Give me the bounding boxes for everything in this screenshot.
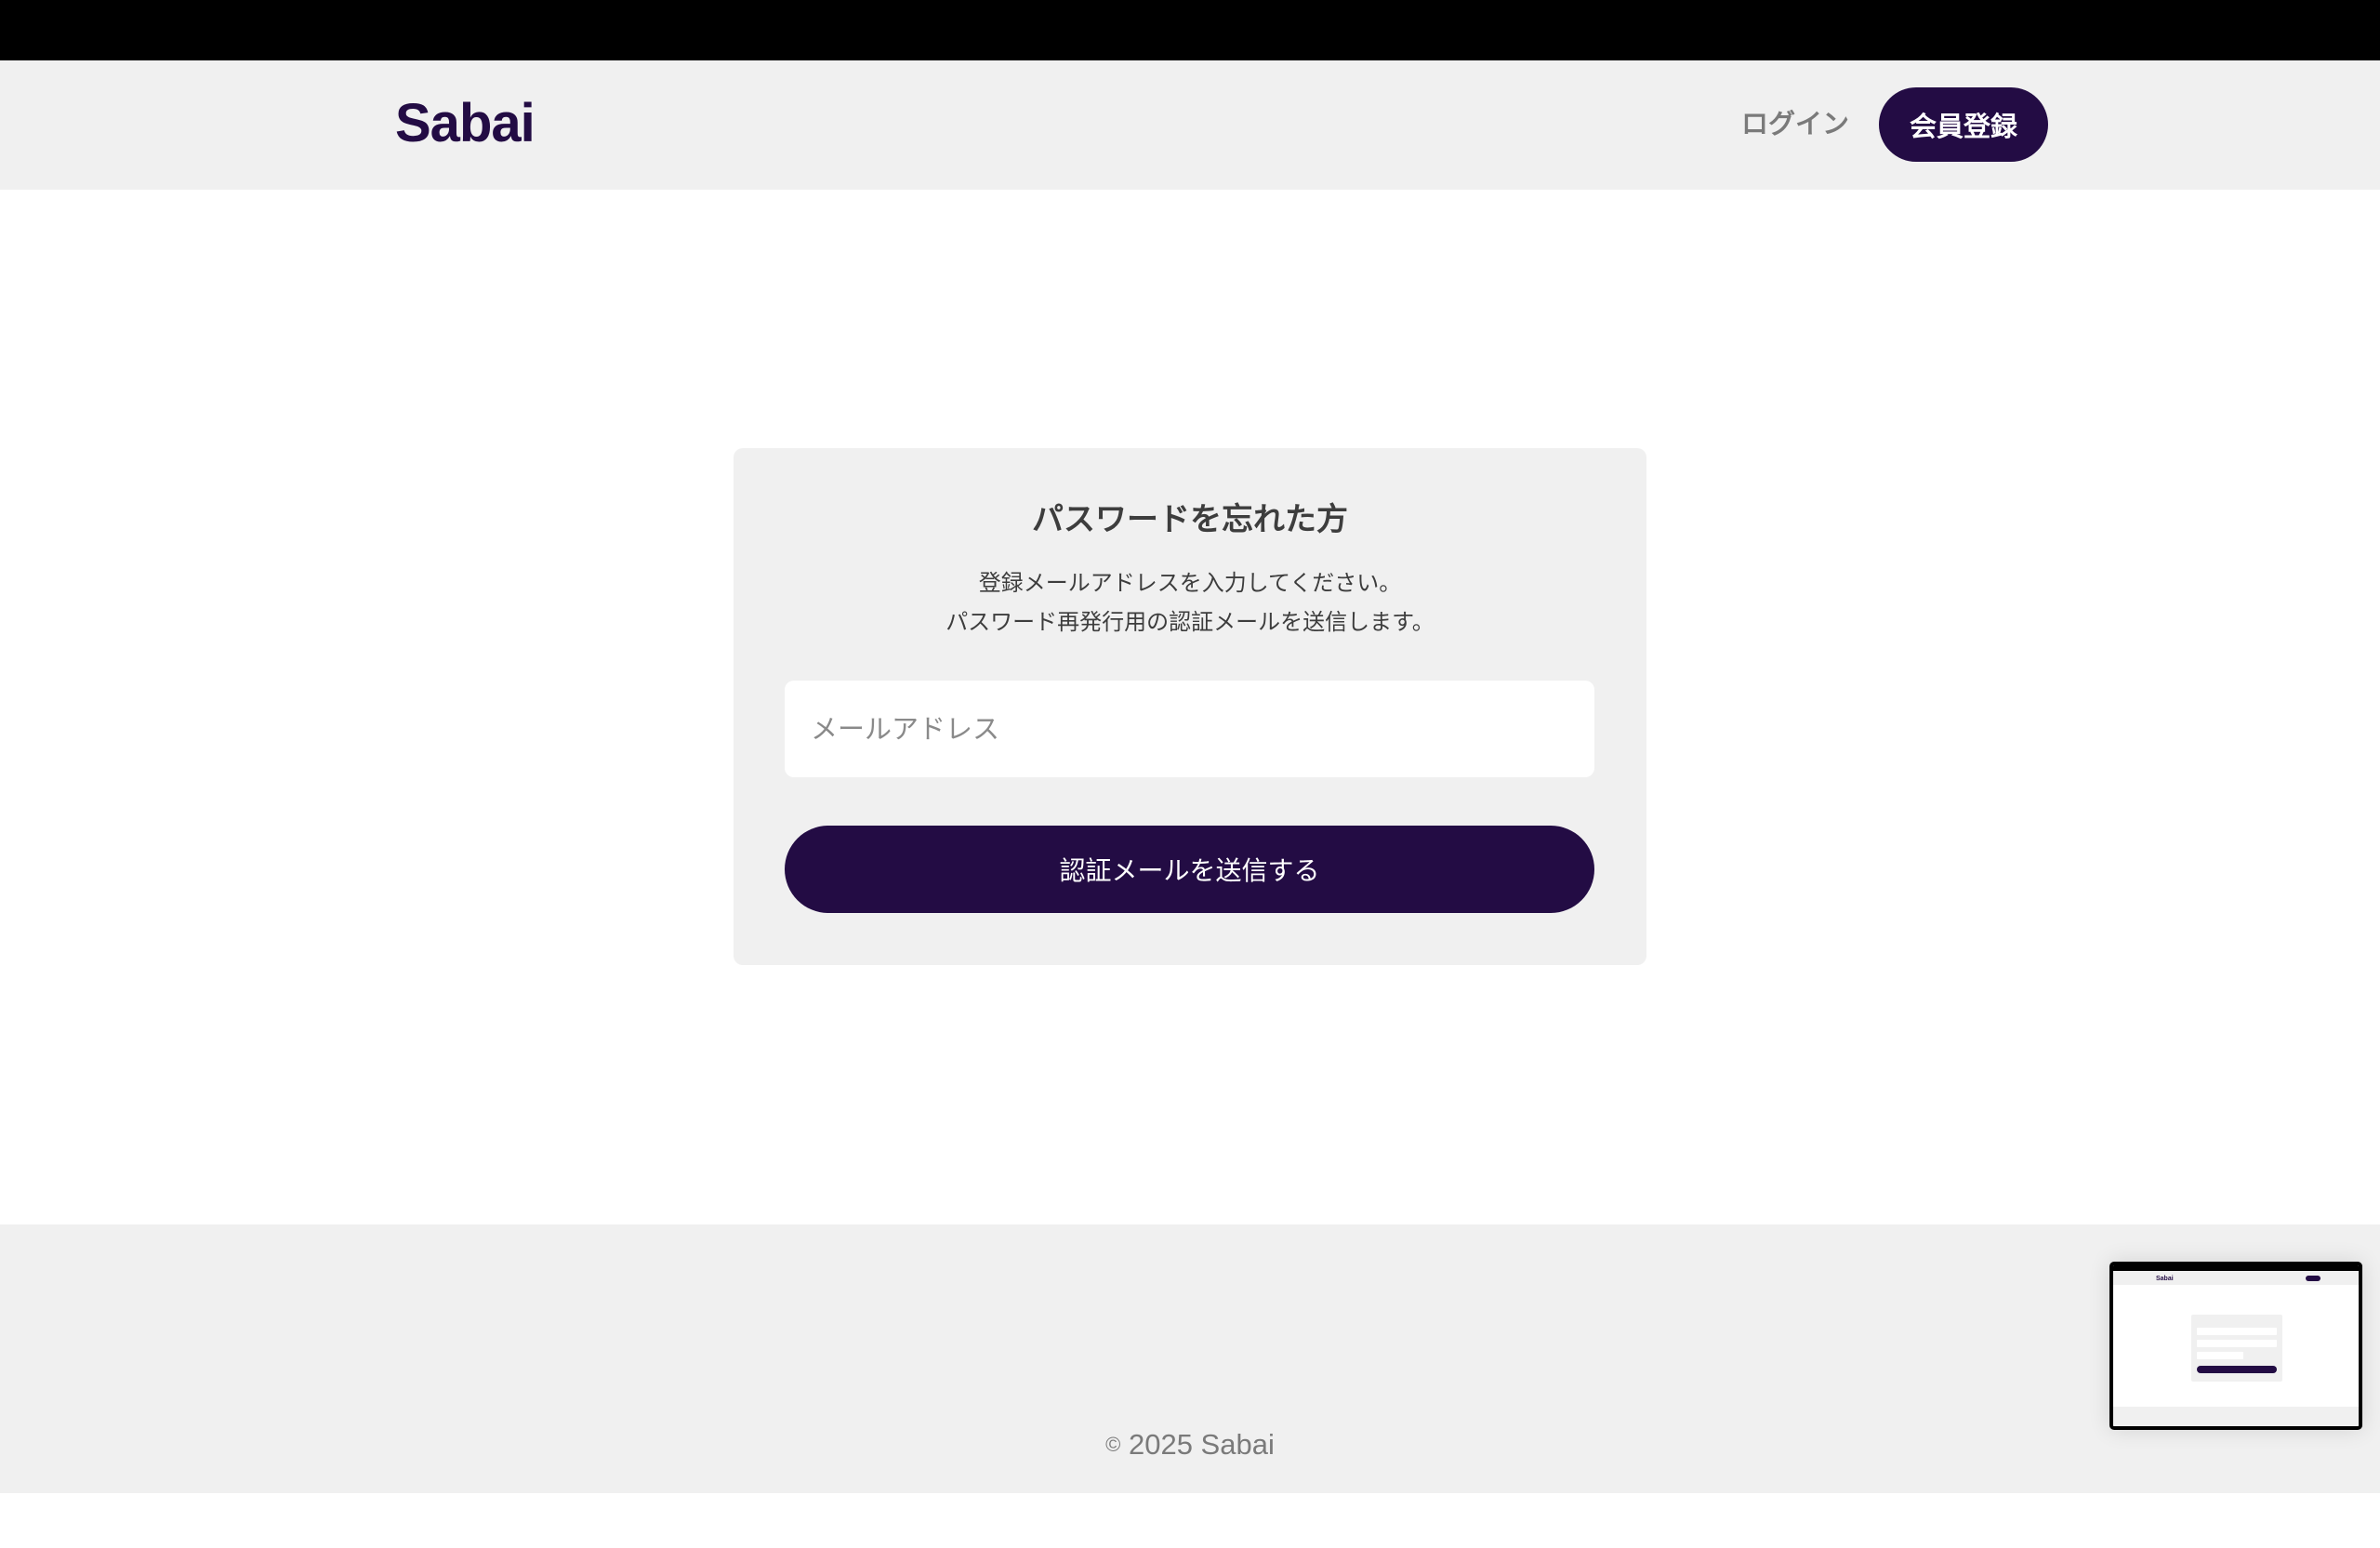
register-button[interactable]: 会員登録 [1879, 87, 2048, 162]
thumbnail-field [2197, 1328, 2277, 1335]
login-link[interactable]: ログイン [1741, 105, 1849, 142]
thumbnail-logo: Sabai [2156, 1276, 2174, 1282]
copyright-text: 2025 Sabai [1128, 1428, 1275, 1461]
password-reset-card: パスワードを忘れた方 登録メールアドレスを入力してください。 パスワード再発行用… [734, 448, 1646, 965]
send-verification-email-button[interactable]: 認証メールを送信する [785, 826, 1594, 913]
top-black-bar [0, 0, 2380, 60]
thumbnail-card [2191, 1315, 2282, 1382]
thumbnail-register-button [2306, 1276, 2320, 1281]
instructions: 登録メールアドレスを入力してください。 パスワード再発行用の認証メールを送信しま… [734, 563, 1646, 642]
screenshot-thumbnail-preview[interactable]: Sabai [2109, 1262, 2362, 1430]
thumbnail-footer [2113, 1407, 2359, 1426]
site-footer: © 2025 Sabai [0, 1224, 2380, 1493]
thumbnail-field [2197, 1352, 2243, 1359]
site-header: Sabai ログイン 会員登録 [0, 60, 2380, 190]
page-title: パスワードを忘れた方 [1032, 501, 1348, 538]
thumbnail-header: Sabai [2113, 1271, 2359, 1285]
register-button-label: 会員登録 [1909, 111, 2017, 142]
instructions-line-1: 登録メールアドレスを入力してください。 [978, 570, 1402, 596]
email-input[interactable] [785, 681, 1594, 777]
thumbnail-field [2197, 1340, 2277, 1347]
copyright-symbol: © [1105, 1433, 1121, 1456]
thumbnail-submit-button [2197, 1366, 2277, 1373]
sabai-logo[interactable]: Sabai [395, 91, 536, 156]
instructions-line-2: パスワード再発行用の認証メールを送信します。 [945, 609, 1435, 635]
copyright: © 2025 Sabai [0, 1426, 2380, 1463]
